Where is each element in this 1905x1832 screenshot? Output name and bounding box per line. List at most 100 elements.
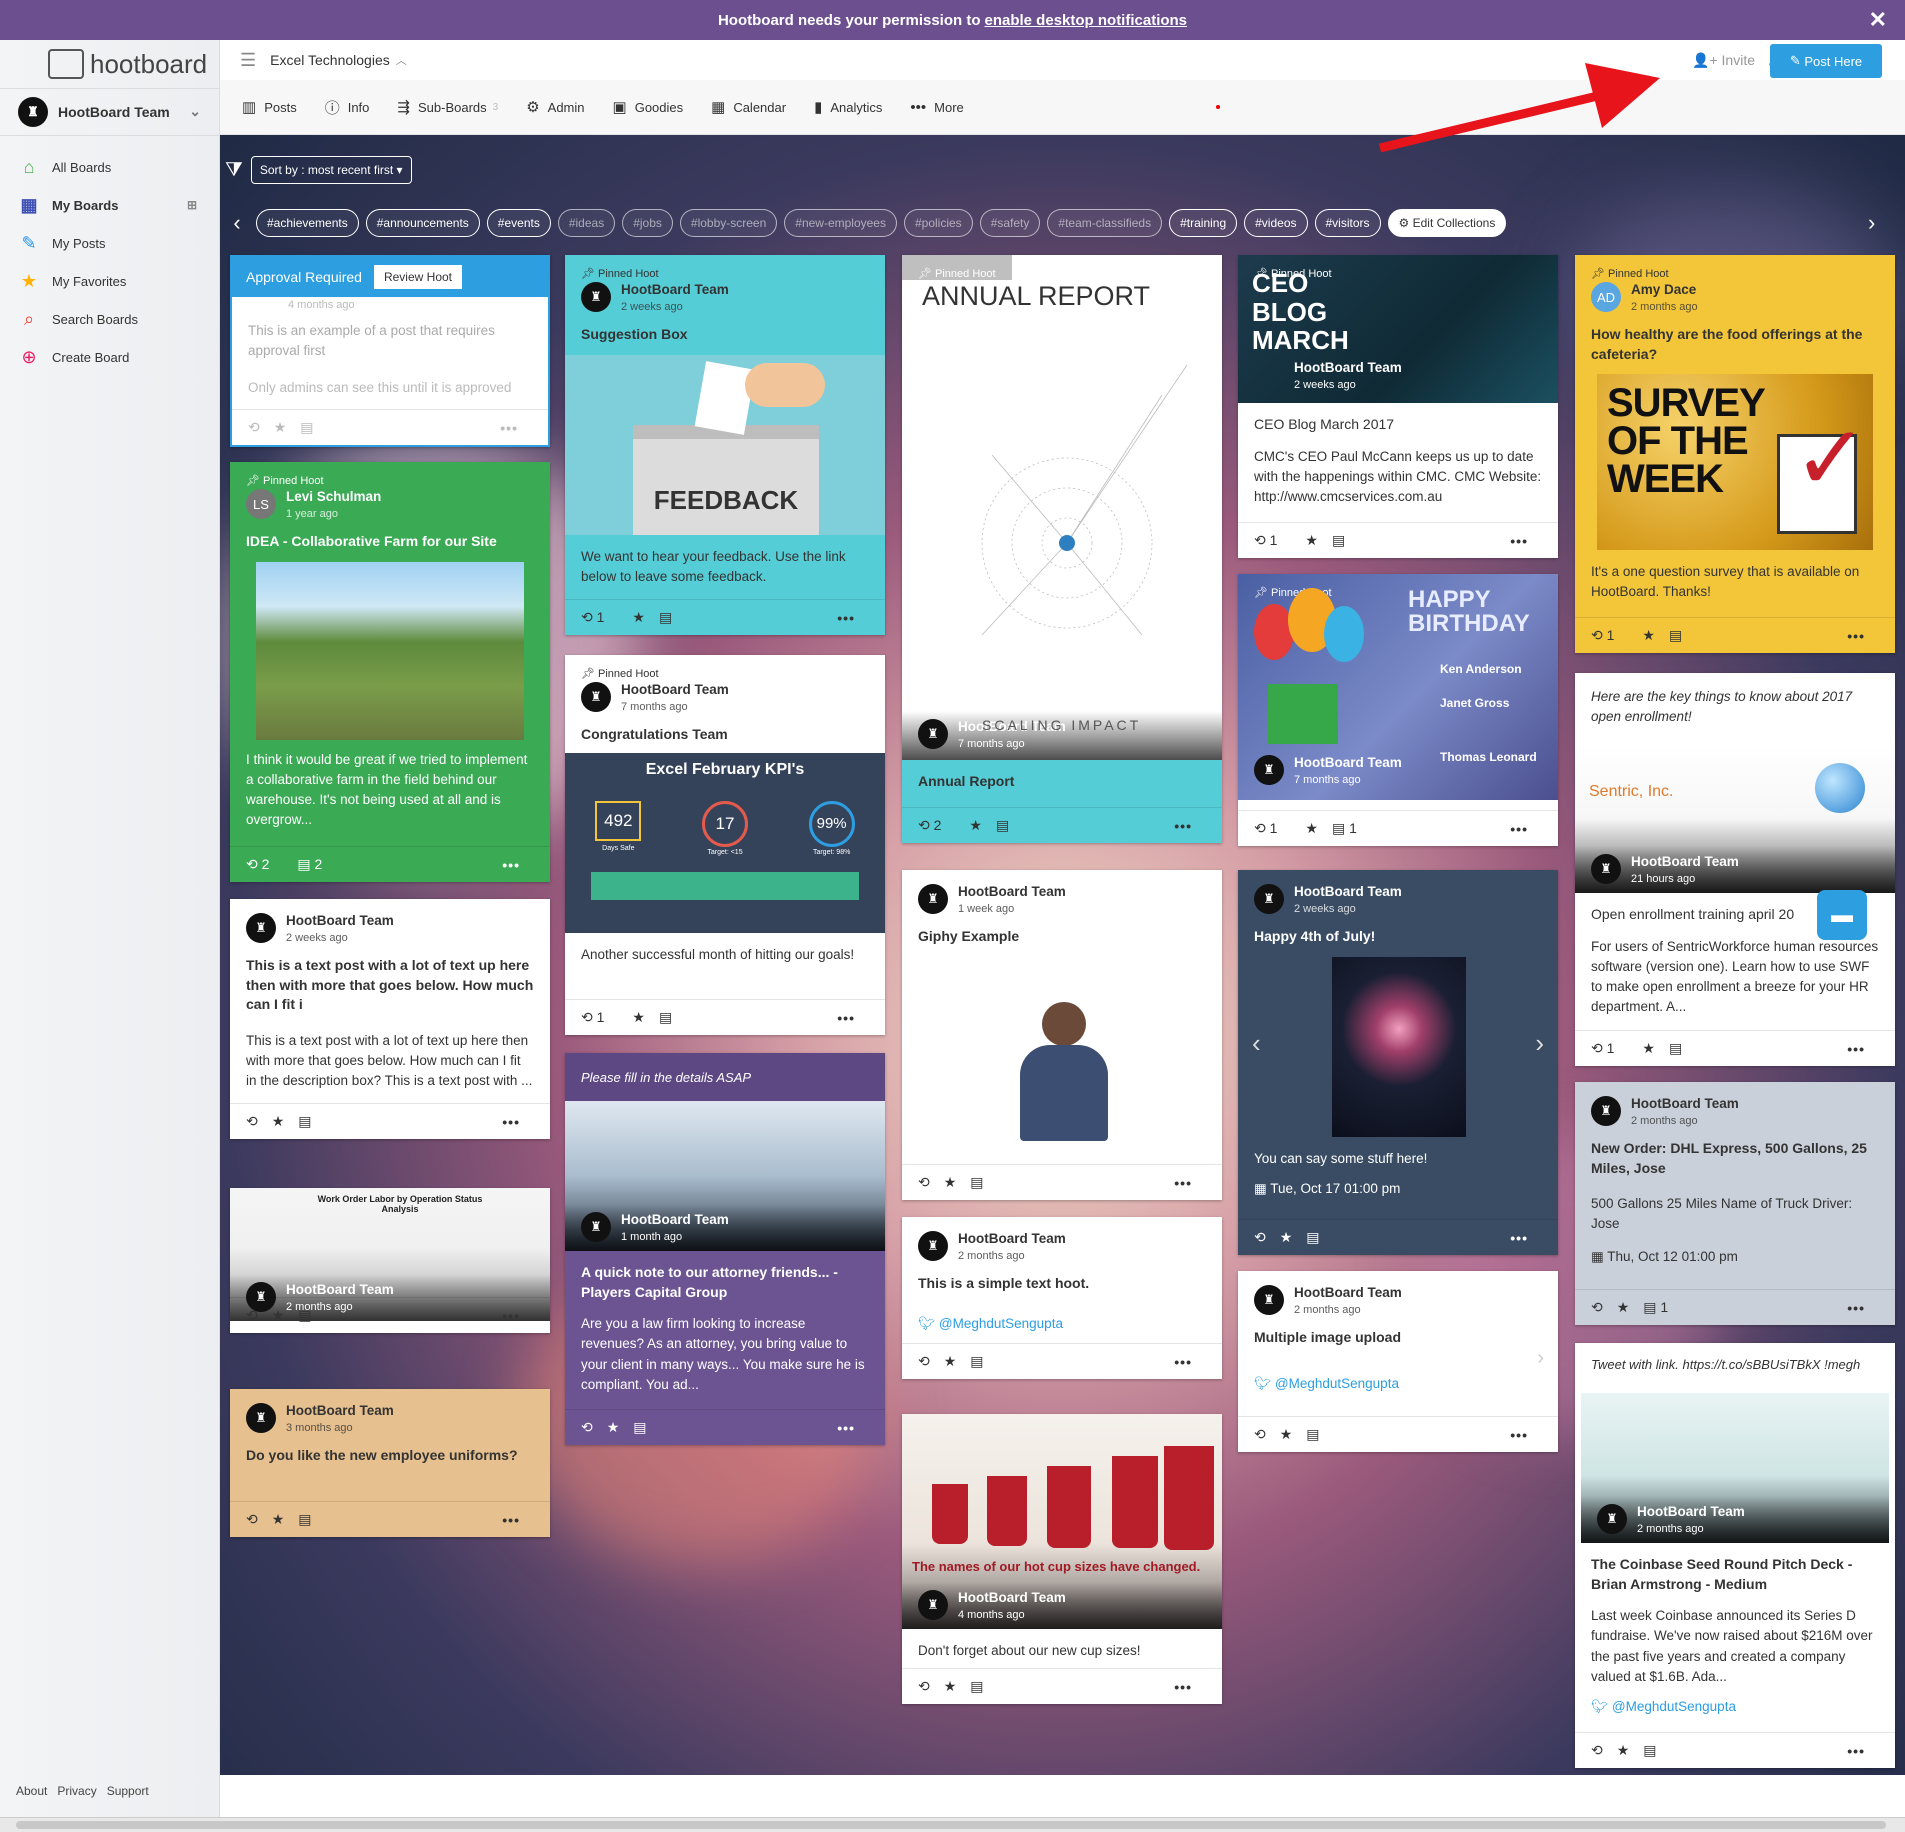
tab-sub-boards[interactable]: ⇶ Sub-Boards 3 <box>397 98 498 116</box>
post-image[interactable]: FEEDBACK <box>565 354 885 535</box>
rehoot-icon[interactable]: ⟲ 1 <box>581 1009 618 1026</box>
sort-dropdown[interactable]: Sort by : most recent first ▾ <box>250 156 412 184</box>
post-here-button[interactable]: ✎ Post Here <box>1770 44 1882 78</box>
comment-icon[interactable]: ▤ <box>970 1678 983 1695</box>
comment-icon[interactable]: ▤ <box>659 1009 672 1026</box>
annual-report-card[interactable]: 📌︎ Pinned Hoot ANNUAL REPORT ♜ HootBoard … <box>902 255 1222 843</box>
twitter-handle[interactable]: 🐦︎ @MeghdutSengupta <box>1575 1687 1895 1717</box>
post-title[interactable]: Multiple image upload <box>1238 1316 1558 1348</box>
more-icon[interactable]: ••• <box>502 857 520 873</box>
rehoot-icon[interactable]: ⟲ 1 <box>1591 627 1628 644</box>
post-image[interactable]: ♜ HootBoard Team 2 months ago <box>1581 1393 1889 1543</box>
twitter-handle[interactable]: 🐦︎ @MeghdutSengupta <box>1238 1348 1558 1394</box>
tag-chip[interactable]: #jobs <box>622 209 673 237</box>
text-post-card[interactable]: ♜ HootBoard Team 2 weeks ago This is a tex… <box>230 899 550 1139</box>
fourth-of-july-card[interactable]: ♜ HootBoard Team 2 weeks ago Happy 4th of … <box>1238 870 1558 1255</box>
review-hoot-button[interactable]: Review Hoot <box>373 265 462 289</box>
star-icon[interactable]: ★ <box>272 1307 285 1324</box>
star-icon[interactable]: ★ <box>1305 532 1318 549</box>
comment-icon[interactable]: ▤ <box>298 1113 311 1130</box>
hamburger-icon[interactable]: ☰ <box>240 50 256 71</box>
tab-admin[interactable]: ⚙ Admin <box>526 98 584 116</box>
post-title[interactable]: The Coinbase Seed Round Pitch Deck - Bri… <box>1575 1543 1895 1594</box>
comment-icon[interactable]: ▤ <box>300 419 313 436</box>
sidebar-item-my-favorites[interactable]: ★ My Favorites <box>0 262 219 300</box>
sidebar-item-create-board[interactable]: ⊕ Create Board <box>0 338 219 376</box>
more-icon[interactable]: ••• <box>502 1512 520 1528</box>
twitter-handle[interactable]: 🐦︎ @MeghdutSengupta <box>902 1294 1222 1334</box>
more-icon[interactable]: ••• <box>1174 1679 1192 1695</box>
tag-chip[interactable]: #team-classifieds <box>1047 209 1163 237</box>
privacy-link[interactable]: Privacy <box>57 1784 96 1798</box>
rehoot-icon[interactable]: ⟲ <box>581 1419 593 1436</box>
cup-sizes-card[interactable]: The names of our hot cup sizes have chan… <box>902 1414 1222 1704</box>
star-icon[interactable]: ★ <box>1617 1742 1630 1759</box>
chevron-right-icon[interactable]: › <box>1868 210 1875 236</box>
enable-notifications-link[interactable]: enable desktop notifications <box>985 12 1188 29</box>
post-title[interactable]: IDEA - Collaborative Farm for our Site <box>230 520 550 552</box>
rehoot-icon[interactable]: ⟲ <box>918 1174 930 1191</box>
rehoot-icon[interactable]: ⟲ 1 <box>1254 820 1291 837</box>
rehoot-icon[interactable]: ⟲ <box>918 1353 930 1370</box>
author-name[interactable]: HootBoard Team <box>958 1231 1066 1246</box>
kpi-image[interactable]: Excel February KPI's 492 Days Safe 17 Targ… <box>565 752 885 933</box>
author-name[interactable]: HootBoard Team <box>621 282 729 297</box>
more-icon[interactable]: ••• <box>1510 1427 1528 1443</box>
attorney-card[interactable]: Please fill in the details ASAP ♜ HootBoa… <box>565 1053 885 1445</box>
rehoot-icon[interactable]: ⟲ 1 <box>1591 1040 1628 1057</box>
more-icon[interactable]: ••• <box>502 1114 520 1130</box>
author-name[interactable]: Amy Dace <box>1631 282 1698 297</box>
tag-chip[interactable]: #videos <box>1244 209 1308 237</box>
more-icon[interactable]: ••• <box>1510 821 1528 837</box>
post-title[interactable]: Happy 4th of July! <box>1238 915 1558 947</box>
post-title[interactable]: New Order: DHL Express, 500 Gallons, 25 … <box>1575 1127 1895 1178</box>
author-name[interactable]: HootBoard Team <box>1294 1285 1402 1300</box>
comment-icon[interactable]: ▤ <box>1332 532 1345 549</box>
more-icon[interactable]: ••• <box>1847 1041 1865 1057</box>
tab-analytics[interactable]: ▮ Analytics <box>814 98 882 116</box>
star-icon[interactable]: ★ <box>969 817 982 834</box>
tab-more[interactable]: ••• More <box>910 99 963 116</box>
star-icon[interactable]: ★ <box>1642 627 1655 644</box>
comment-icon[interactable]: ▤ 2 <box>297 856 336 873</box>
author-name[interactable]: HootBoard Team <box>1294 360 1402 375</box>
fireworks-image[interactable] <box>1332 956 1466 1137</box>
comment-icon[interactable]: ▤ 1 <box>1332 820 1371 837</box>
expand-icon[interactable]: ⊞ <box>187 198 197 212</box>
sidebar-item-my-boards[interactable]: ▦ My Boards ⊞ <box>0 186 219 224</box>
author-name[interactable]: HootBoard Team <box>286 1403 394 1418</box>
more-icon[interactable]: ••• <box>1847 628 1865 644</box>
horizontal-scrollbar[interactable] <box>0 1817 1905 1832</box>
rehoot-icon[interactable]: ⟲ <box>1591 1742 1603 1759</box>
chevron-left-icon[interactable]: ‹ <box>225 210 249 236</box>
approval-card[interactable]: Approval Required Review Hoot 4 months a… <box>230 255 550 447</box>
edit-collections-button[interactable]: ⚙ Edit Collections <box>1387 209 1507 237</box>
rehoot-icon[interactable]: ⟲ 2 <box>246 856 283 873</box>
tag-chip[interactable]: #ideas <box>557 209 616 237</box>
team-switcher[interactable]: ♜ HootBoard Team ⌄ <box>0 88 219 136</box>
star-icon[interactable]: ★ <box>274 419 287 436</box>
star-icon[interactable]: ★ <box>944 1174 957 1191</box>
comment-icon[interactable]: ▤ <box>1669 627 1682 644</box>
post-title[interactable]: Suggestion Box <box>565 313 885 345</box>
comment-icon[interactable]: ▤ <box>659 609 672 626</box>
scrollbar-thumb[interactable] <box>16 1821 1886 1829</box>
tag-chip[interactable]: #announcements <box>365 209 480 237</box>
author-name[interactable]: HootBoard Team <box>1637 1504 1745 1519</box>
close-icon[interactable]: ✕ <box>1869 7 1887 33</box>
congratulations-card[interactable]: 📌︎ Pinned Hoot ♜ HootBoard Team 7 months a… <box>565 655 885 1035</box>
post-title[interactable]: How healthy are the food offerings at th… <box>1575 313 1895 364</box>
open-enrollment-card[interactable]: Here are the key things to know about 20… <box>1575 673 1895 1066</box>
more-icon[interactable]: ••• <box>837 610 855 626</box>
birthday-image[interactable]: 📌︎ Pinned Hoot HAPPY BIRTHDAY Ken Anders… <box>1238 574 1558 800</box>
board-name[interactable]: Excel Technologies <box>270 52 390 68</box>
tab-goodies[interactable]: ▣ Goodies <box>613 98 684 116</box>
post-image[interactable]: The names of our hot cup sizes have chan… <box>902 1414 1222 1629</box>
post-title[interactable]: Do you like the new employee uniforms? <box>230 1434 550 1466</box>
star-icon[interactable]: ★ <box>632 609 645 626</box>
tag-chip[interactable]: #lobby-screen <box>679 209 778 237</box>
suggestion-box-card[interactable]: 📌︎ Pinned Hoot ♜ HootBoard Team 2 weeks ag… <box>565 255 885 635</box>
rehoot-icon[interactable]: ⟲ <box>1591 1299 1603 1316</box>
author-name[interactable]: HootBoard Team <box>621 1212 729 1227</box>
survey-card[interactable]: 📌︎ Pinned Hoot AD Amy Dace 2 months ago Ho… <box>1575 255 1895 653</box>
